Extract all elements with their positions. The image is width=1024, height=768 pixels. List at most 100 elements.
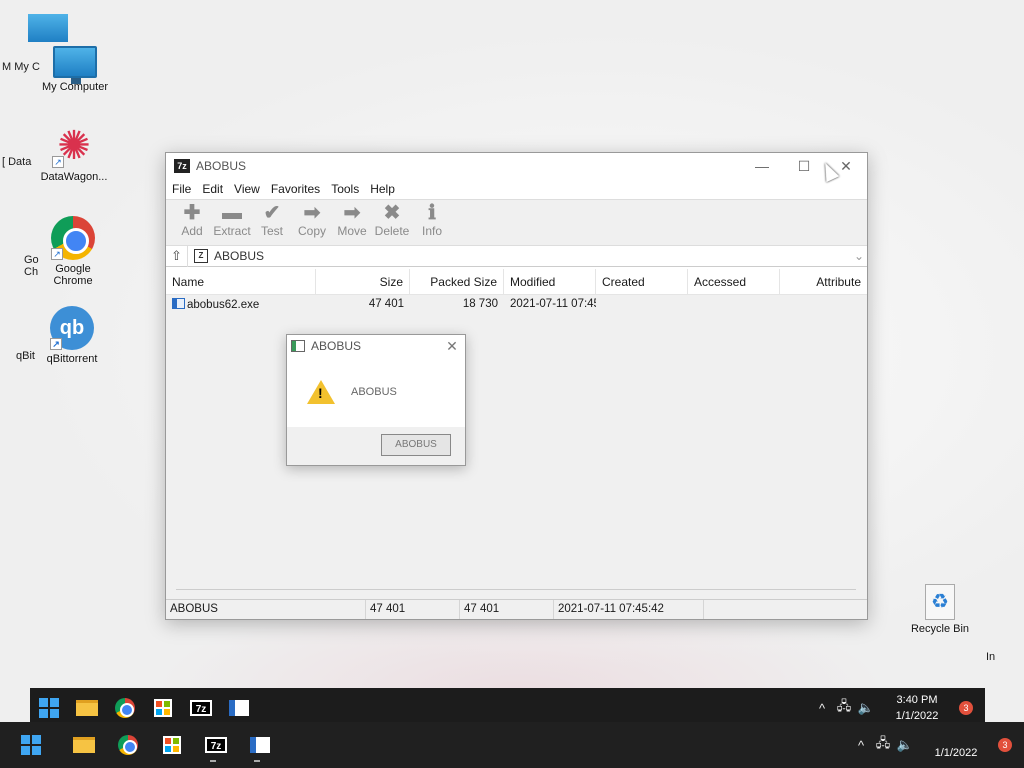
shortcut-arrow-icon: ↗ bbox=[52, 156, 64, 168]
menu-file[interactable]: File bbox=[172, 182, 191, 196]
taskbar-7zip[interactable]: 7z bbox=[194, 725, 238, 765]
system-tray: ^ 🖧 🔈 1/1/2022 3 bbox=[850, 722, 1024, 768]
chevron-up-icon[interactable]: ^ bbox=[811, 701, 833, 716]
notification-badge[interactable]: 3 bbox=[959, 701, 973, 715]
network-icon[interactable]: 🖧 bbox=[833, 697, 855, 719]
clock-date: 1/1/2022 bbox=[934, 747, 978, 759]
toolbar: ✚ Add ▬ Extract ✔ Test ➡ Copy ➡ Move ✖ Delete … bbox=[166, 199, 867, 245]
file-packed-size: 18 730 bbox=[462, 298, 498, 310]
column-headers: Name Size Packed Size Modified Created A… bbox=[166, 269, 867, 295]
chrome-icon bbox=[118, 735, 138, 755]
7zip-icon: 7z bbox=[190, 700, 212, 716]
file-name-cell: abobus62.exe bbox=[166, 297, 316, 311]
column-accessed[interactable]: Accessed bbox=[688, 269, 780, 294]
archive-window: 7z ABOBUS — ☐ ✕ File Edit View Favorites… bbox=[165, 152, 868, 620]
column-size[interactable]: Size bbox=[316, 269, 410, 294]
clock[interactable]: 3:40 PM 1/1/2022 bbox=[877, 692, 957, 724]
start-button[interactable] bbox=[0, 725, 62, 765]
window-titlebar[interactable]: 7z ABOBUS — ☐ ✕ bbox=[166, 153, 867, 179]
desktop-icon-label: Google Chrome bbox=[53, 263, 93, 287]
ghost-monitor-icon bbox=[28, 14, 68, 42]
desktop-icon-label: qBittorrent bbox=[46, 353, 98, 365]
warning-icon: ! bbox=[307, 380, 335, 404]
folder-icon bbox=[76, 700, 98, 716]
chevron-up-icon[interactable]: ^ bbox=[850, 738, 872, 753]
dialog-title: ABOBUS bbox=[311, 339, 362, 353]
tool-label: Move bbox=[337, 224, 367, 238]
volume-icon[interactable]: 🔈 bbox=[894, 737, 916, 753]
dialog-ok-button[interactable]: ABOBUS bbox=[381, 434, 451, 456]
folder-up-button[interactable]: ⇧ bbox=[166, 245, 188, 267]
plus-icon: ✚ bbox=[183, 202, 201, 224]
taskbar-app[interactable] bbox=[238, 725, 282, 765]
address-path: ABOBUS bbox=[214, 249, 265, 263]
monitor-icon bbox=[53, 46, 97, 84]
column-name[interactable]: Name bbox=[166, 269, 316, 294]
info-button[interactable]: ℹ Info bbox=[412, 200, 452, 238]
move-arrow-icon: ➡ bbox=[343, 202, 361, 224]
store-icon bbox=[163, 736, 181, 754]
extract-button[interactable]: ▬ Extract bbox=[212, 200, 252, 238]
tool-label: Info bbox=[421, 224, 442, 238]
volume-icon[interactable]: 🔈 bbox=[855, 700, 877, 716]
ghost-label: [ Data bbox=[2, 156, 32, 168]
menu-favorites[interactable]: Favorites bbox=[271, 182, 320, 196]
taskbar-chrome[interactable] bbox=[106, 725, 150, 765]
app-window-icon bbox=[229, 700, 249, 716]
desktop-icon-my-computer[interactable]: My Computer bbox=[35, 40, 115, 93]
desktop-icon-qbittorrent[interactable]: qb ↗ qBittorrent bbox=[32, 306, 112, 365]
minus-icon: ▬ bbox=[222, 202, 242, 224]
chevron-down-icon[interactable]: ⌄ bbox=[851, 249, 867, 263]
windows-logo-icon bbox=[21, 735, 41, 755]
add-button[interactable]: ✚ Add bbox=[172, 200, 212, 238]
folder-icon bbox=[73, 737, 95, 753]
running-indicator bbox=[254, 760, 260, 762]
file-name: abobus62.exe bbox=[187, 298, 260, 311]
tool-label: Extract bbox=[213, 224, 251, 238]
menu-help[interactable]: Help bbox=[370, 182, 395, 196]
column-created[interactable]: Created bbox=[596, 269, 688, 294]
menu-edit[interactable]: Edit bbox=[202, 182, 223, 196]
running-indicator bbox=[210, 760, 216, 762]
clock[interactable]: 1/1/2022 bbox=[916, 729, 996, 761]
column-attributes[interactable]: Attribute bbox=[780, 269, 867, 294]
status-modified: 2021-07-11 07:45:42 bbox=[554, 600, 704, 619]
copy-button[interactable]: ➡ Copy bbox=[292, 200, 332, 238]
ghost-label: In bbox=[986, 651, 996, 663]
copy-arrow-icon: ➡ bbox=[303, 202, 321, 224]
datawagon-icon: ✺ ↗ bbox=[52, 124, 96, 168]
delete-button[interactable]: ✖ Delete bbox=[372, 200, 412, 238]
menu-tools[interactable]: Tools bbox=[331, 182, 359, 196]
message-dialog: ABOBUS ✕ ! ABOBUS ABOBUS bbox=[286, 334, 466, 466]
desktop-icon-chrome[interactable]: ↗ Google Chrome bbox=[33, 216, 113, 287]
notification-badge[interactable]: 3 bbox=[998, 738, 1012, 752]
dialog-body: ! ABOBUS bbox=[287, 357, 465, 427]
app-window-icon bbox=[250, 737, 270, 753]
column-modified[interactable]: Modified bbox=[504, 269, 596, 294]
taskbar-explorer[interactable] bbox=[62, 725, 106, 765]
7zip-icon: 7z bbox=[205, 737, 227, 753]
move-button[interactable]: ➡ Move bbox=[332, 200, 372, 238]
address-field[interactable]: Z ABOBUS bbox=[188, 246, 851, 266]
table-row[interactable]: abobus62.exe 47 401 18 730 2021-07-11 07… bbox=[166, 295, 867, 313]
status-bar: ABOBUS 47 401 47 401 2021-07-11 07:45:42 bbox=[166, 599, 867, 619]
column-packed-size[interactable]: Packed Size bbox=[410, 269, 504, 294]
minimize-button[interactable]: — bbox=[741, 153, 783, 179]
network-icon[interactable]: 🖧 bbox=[872, 734, 894, 756]
horizontal-scrollbar[interactable] bbox=[176, 589, 856, 595]
dialog-titlebar[interactable]: ABOBUS ✕ bbox=[287, 335, 465, 357]
exe-file-icon bbox=[172, 297, 185, 309]
menu-view[interactable]: View bbox=[234, 182, 260, 196]
tool-label: Delete bbox=[374, 224, 410, 238]
clock-time bbox=[916, 729, 996, 745]
desktop-icon-recycle-bin[interactable]: ♻ Recycle Bin bbox=[900, 584, 980, 635]
dialog-app-icon bbox=[291, 340, 305, 352]
test-button[interactable]: ✔ Test bbox=[252, 200, 292, 238]
dialog-close-button[interactable]: ✕ bbox=[439, 338, 465, 355]
taskbar-store[interactable] bbox=[150, 725, 194, 765]
desktop-icon-datawagon[interactable]: ✺ ↗ DataWagon... bbox=[34, 124, 114, 183]
shortcut-arrow-icon: ↗ bbox=[51, 248, 63, 260]
file-list: Name Size Packed Size Modified Created A… bbox=[166, 269, 867, 599]
chrome-icon bbox=[115, 698, 135, 718]
dialog-footer: ABOBUS bbox=[287, 427, 465, 465]
